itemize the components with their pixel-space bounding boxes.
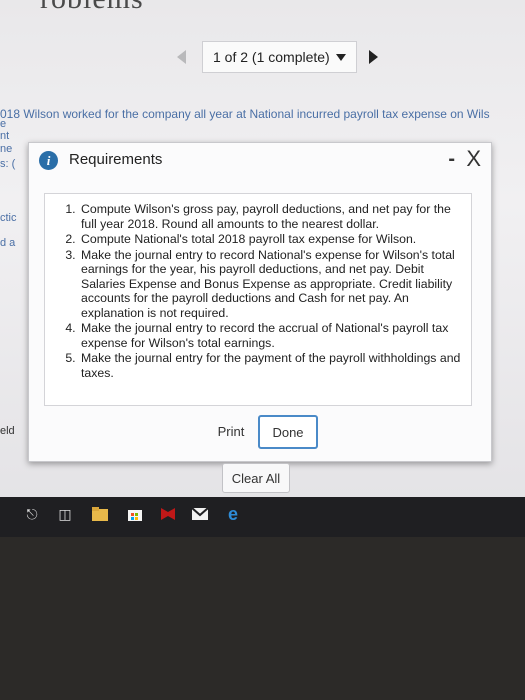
requirement-item: Compute Wilson's gross pay, payroll dedu…	[79, 202, 463, 231]
file-explorer-icon[interactable]	[90, 504, 110, 524]
next-question-button[interactable]	[368, 50, 378, 64]
requirement-item: Make the journal entry to record the acc…	[79, 321, 463, 350]
background-fragment: eld	[0, 425, 15, 437]
info-icon: i	[39, 151, 58, 170]
background-fragment: nt	[0, 130, 10, 142]
done-button[interactable]: Done	[258, 415, 318, 449]
previous-question-button[interactable]	[170, 46, 192, 68]
requirement-item: Make the journal entry to record Nationa…	[79, 248, 463, 321]
pager-label: 1 of 2 (1 complete)	[213, 49, 330, 65]
requirement-item: Make the journal entry for the payment o…	[79, 351, 463, 380]
background-fragment: ctic	[0, 212, 17, 224]
mcafee-icon[interactable]	[158, 504, 178, 524]
store-icon[interactable]	[125, 504, 145, 524]
requirements-list: Compute Wilson's gross pay, payroll dedu…	[51, 202, 463, 380]
desk-surface	[0, 537, 525, 700]
dialog-title: Requirements	[69, 151, 163, 168]
background-fragment: e	[0, 118, 7, 130]
chevron-left-icon	[176, 50, 186, 64]
chevron-down-icon	[335, 53, 346, 61]
background-fragment: d a	[0, 237, 16, 249]
page-heading: roblems	[40, 0, 144, 16]
edge-icon[interactable]: e	[223, 504, 243, 524]
question-pager: 1 of 2 (1 complete)	[170, 40, 385, 74]
minimize-button[interactable]: -	[448, 148, 455, 171]
background-problem-text: 018 Wilson worked for the company all ye…	[0, 107, 490, 121]
screen: roblems 1 of 2 (1 complete) 018 Wilson w…	[0, 0, 525, 505]
dialog-header: i Requirements - X	[29, 143, 491, 179]
question-selector[interactable]: 1 of 2 (1 complete)	[202, 41, 357, 73]
background-fragment: ne	[0, 143, 13, 155]
requirements-dialog: i Requirements - X Compute Wilson's gros…	[28, 142, 492, 462]
print-button[interactable]: Print	[204, 415, 258, 447]
background-fragment: s: (	[0, 158, 16, 170]
clear-all-button[interactable]: Clear All	[222, 463, 290, 493]
requirement-item: Compute National's total 2018 payroll ta…	[79, 232, 463, 247]
close-button[interactable]: X	[466, 146, 481, 172]
requirements-panel: Compute Wilson's gross pay, payroll dedu…	[44, 193, 472, 406]
taskbar	[0, 497, 525, 537]
mail-icon[interactable]	[190, 504, 210, 524]
microphone-icon[interactable]: ⎋	[22, 504, 42, 524]
task-view-icon[interactable]: ◫	[55, 504, 75, 524]
